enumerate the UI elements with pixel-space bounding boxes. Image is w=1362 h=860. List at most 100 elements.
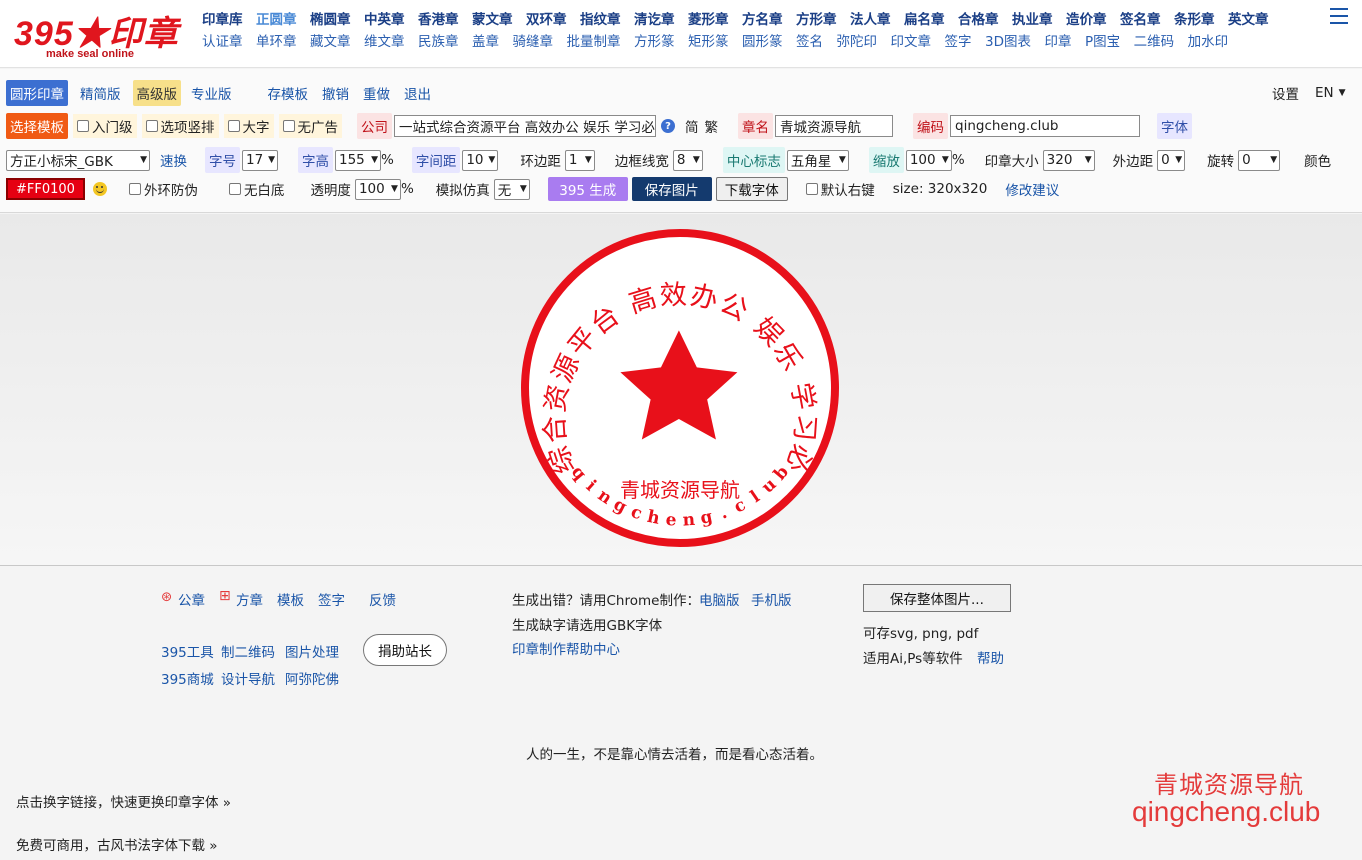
mode-advanced[interactable]: 高级版 (132, 80, 181, 106)
big-text-checkbox[interactable]: 大字 (223, 114, 274, 138)
mode-round-seal[interactable]: 圆形印章 (6, 80, 68, 106)
nav-item-primary-12[interactable]: 法人章 (850, 8, 891, 28)
nav-item-primary-13[interactable]: 扁名章 (904, 8, 945, 28)
nav-item-primary-19[interactable]: 英文章 (1228, 8, 1269, 28)
nav-item-secondary-11[interactable]: 签名 (796, 30, 823, 50)
square-seal-link[interactable]: 方章 (236, 589, 263, 609)
rotate-select[interactable]: 0 ▼ (1238, 149, 1281, 171)
scale-select[interactable]: 100 ▼ (905, 149, 952, 171)
official-seal-link[interactable]: 公章 (178, 589, 205, 609)
feedback-link[interactable]: 反馈 (369, 589, 396, 609)
help-link[interactable]: 帮助 (977, 647, 1004, 667)
font-select[interactable]: 方正小标宋_GBK ▼ (6, 149, 150, 171)
no-ads-checkbox[interactable]: 无广告 (278, 114, 342, 138)
nav-item-secondary-15[interactable]: 3D图表 (985, 30, 1031, 50)
anti-fake-checkbox[interactable]: 外环防伪 (128, 177, 198, 201)
mode-simple[interactable]: 精简版 (80, 83, 121, 103)
nav-item-primary-11[interactable]: 方形章 (796, 8, 837, 28)
mobile-version-link[interactable]: 手机版 (751, 589, 792, 609)
hamburger-menu-icon[interactable] (1330, 8, 1348, 24)
seal-preview[interactable]: 一站式综合资源平台 高效办公 娱乐 学习必备导航 青城资源导航 qingchen… (519, 227, 841, 549)
nav-item-secondary-14[interactable]: 签字 (945, 30, 972, 50)
generate-button[interactable]: 395 生成 (547, 177, 628, 201)
template-link[interactable]: 模板 (277, 589, 304, 609)
nav-item-primary-7[interactable]: 指纹章 (580, 8, 621, 28)
center-mark-select[interactable]: 五角星 ▼ (786, 149, 849, 171)
font-height-select[interactable]: 155 ▼ (335, 149, 381, 171)
nav-item-primary-3[interactable]: 中英章 (364, 8, 405, 28)
download-font-button[interactable]: 下载字体 (715, 177, 788, 201)
color-picker[interactable]: #FF0100 (6, 178, 85, 200)
image-process-link[interactable]: 图片处理 (285, 641, 339, 661)
nav-item-primary-1[interactable]: 正圆章 (256, 8, 297, 28)
suggest-link[interactable]: 修改建议 (1005, 179, 1059, 199)
nav-item-secondary-1[interactable]: 单环章 (256, 30, 297, 50)
nav-item-primary-0[interactable]: 印章库 (202, 8, 243, 28)
traditional-toggle[interactable]: 繁 (705, 116, 719, 136)
nav-item-secondary-18[interactable]: 二维码 (1134, 30, 1175, 50)
pc-version-link[interactable]: 电脑版 (699, 589, 740, 609)
nav-item-primary-14[interactable]: 合格章 (958, 8, 999, 28)
nav-item-primary-9[interactable]: 菱形章 (688, 8, 729, 28)
nav-item-primary-6[interactable]: 双环章 (526, 8, 567, 28)
nav-item-secondary-9[interactable]: 矩形篆 (688, 30, 729, 50)
smiley-icon[interactable] (92, 182, 107, 196)
vertical-options-checkbox[interactable]: 选项竖排 (141, 114, 219, 138)
nav-item-primary-4[interactable]: 香港章 (418, 8, 459, 28)
seal-name-input[interactable]: 青城资源导航 (775, 115, 893, 137)
nav-item-secondary-8[interactable]: 方形篆 (634, 30, 675, 50)
exit-link[interactable]: 退出 (404, 83, 431, 103)
nav-item-primary-17[interactable]: 签名章 (1120, 8, 1161, 28)
settings-link[interactable]: 设置 (1272, 83, 1299, 103)
nav-item-secondary-3[interactable]: 维文章 (364, 30, 405, 50)
nav-item-primary-5[interactable]: 蒙文章 (472, 8, 513, 28)
nav-item-primary-18[interactable]: 条形章 (1174, 8, 1215, 28)
nav-item-primary-2[interactable]: 椭圆章 (310, 8, 351, 28)
default-right-key-checkbox[interactable]: 默认右键 (805, 177, 875, 201)
nav-item-primary-10[interactable]: 方名章 (742, 8, 783, 28)
qr-link[interactable]: 制二维码 (221, 641, 275, 661)
simulate-select[interactable]: 无 ▼ (493, 178, 530, 200)
nav-item-secondary-6[interactable]: 骑缝章 (513, 30, 554, 50)
design-nav-link[interactable]: 设计导航 (221, 668, 275, 688)
nav-item-secondary-7[interactable]: 批量制章 (567, 30, 621, 50)
nav-item-primary-16[interactable]: 造价章 (1066, 8, 1107, 28)
amitabha-link[interactable]: 阿弥陀佛 (285, 668, 339, 688)
quick-swap-link[interactable]: 速换 (160, 150, 187, 170)
nav-item-secondary-10[interactable]: 圆形篆 (742, 30, 783, 50)
beginner-checkbox[interactable]: 入门级 (73, 114, 137, 138)
save-whole-image-button[interactable]: 保存整体图片... (863, 584, 1011, 612)
font-size-select[interactable]: 17 ▼ (242, 149, 278, 171)
seal-size-select[interactable]: 320 ▼ (1042, 149, 1095, 171)
spacing-select[interactable]: 10 ▼ (462, 149, 499, 171)
help-center-link[interactable]: 印章制作帮助中心 (512, 638, 620, 658)
nav-item-secondary-17[interactable]: P图宝 (1085, 30, 1120, 50)
code-input[interactable]: qingcheng.club (950, 115, 1140, 137)
ring-margin-select[interactable]: 1 ▼ (564, 149, 595, 171)
nav-item-primary-8[interactable]: 清讫章 (634, 8, 675, 28)
no-white-bg-checkbox[interactable]: 无白底 (228, 177, 284, 201)
site-logo[interactable]: 395★印章 make seal online (10, 6, 190, 62)
mall-link[interactable]: 395商城 (161, 668, 214, 688)
font-label[interactable]: 字体 (1157, 113, 1192, 139)
outer-margin-select[interactable]: 0 ▼ (1157, 149, 1186, 171)
nav-item-primary-15[interactable]: 执业章 (1012, 8, 1053, 28)
free-font-link[interactable]: 免费可商用，古风书法字体下载 » (16, 834, 218, 854)
nav-item-secondary-19[interactable]: 加水印 (1188, 30, 1229, 50)
help-icon[interactable]: ? (661, 119, 675, 133)
signature-link[interactable]: 签字 (318, 589, 345, 609)
choose-template-button[interactable]: 选择模板 (6, 113, 68, 139)
donate-button[interactable]: 捐助站长 (363, 634, 447, 666)
redo-link[interactable]: 重做 (363, 83, 390, 103)
nav-item-secondary-5[interactable]: 盖章 (472, 30, 499, 50)
nav-item-secondary-13[interactable]: 印文章 (891, 30, 932, 50)
font-link[interactable]: 点击换字链接，快速更换印章字体 » (16, 791, 231, 811)
save-template-link[interactable]: 存模板 (268, 83, 309, 103)
nav-item-secondary-4[interactable]: 民族章 (418, 30, 459, 50)
simplified-toggle[interactable]: 简 (685, 116, 699, 136)
border-width-select[interactable]: 8 ▼ (672, 149, 703, 171)
save-image-button[interactable]: 保存图片 (631, 177, 712, 201)
nav-item-secondary-2[interactable]: 藏文章 (310, 30, 351, 50)
language-select[interactable]: EN (1315, 85, 1334, 101)
undo-link[interactable]: 撤销 (322, 83, 349, 103)
